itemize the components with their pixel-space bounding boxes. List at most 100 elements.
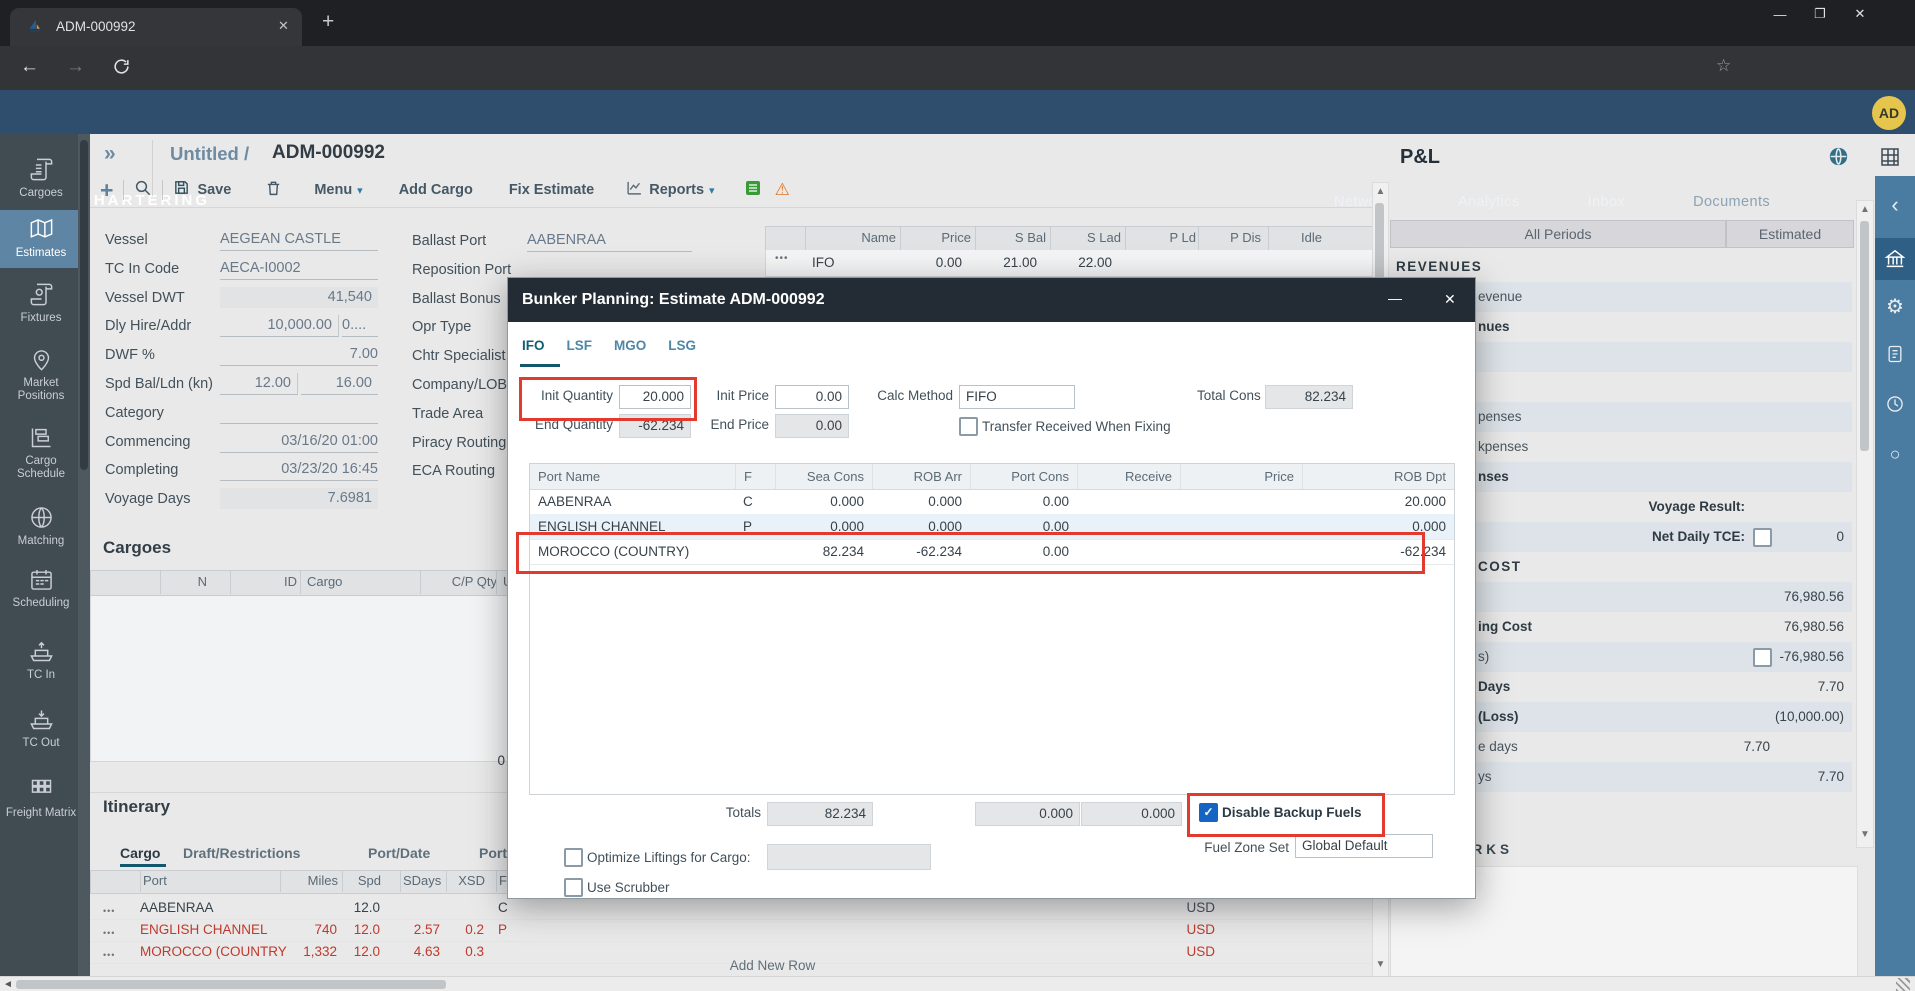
search-icon[interactable]	[134, 179, 152, 202]
form-field[interactable]: 03/23/20 16:45	[220, 459, 378, 481]
nav-link-documents[interactable]: Documents	[1693, 194, 1770, 210]
sidebar-item-cargo-schedule[interactable]: Cargo Schedule	[0, 418, 82, 489]
modal-tab-lsf[interactable]: LSF	[567, 338, 593, 353]
cargoes-col-header[interactable]: N	[160, 570, 213, 594]
delete-icon[interactable]	[265, 179, 282, 202]
itinerary-col-header[interactable]: XSD	[446, 870, 487, 892]
pnl-scrollbar[interactable]: ▲ ▼	[1856, 200, 1874, 848]
expand-panel-icon[interactable]: »	[104, 142, 116, 166]
form-field[interactable]: AECA-I0002	[220, 258, 378, 280]
bunker-col-header[interactable]: Receive	[1077, 464, 1180, 489]
browser-tab[interactable]: ADM-000992 ✕	[10, 8, 302, 46]
cargoes-col-header[interactable]: C/P Qty	[420, 570, 503, 594]
form-field[interactable]: AEGEAN CASTLE	[220, 229, 378, 251]
rail-history-icon[interactable]	[1875, 394, 1915, 419]
main-scrollbar-down-icon[interactable]: ▼	[1373, 959, 1388, 970]
back-button[interactable]: ←	[20, 56, 39, 78]
transfer-received-checkbox[interactable]	[959, 417, 978, 436]
sidebar-item-cargoes[interactable]: Cargoes	[0, 150, 82, 208]
sidebar-item-tc-in[interactable]: TC In	[0, 632, 82, 690]
form-field[interactable]: 0....	[342, 315, 378, 337]
nav-link-inbox[interactable]: Inbox	[1588, 194, 1625, 210]
fuel-col-header[interactable]: P Dis	[1198, 226, 1269, 250]
itinerary-tab-draft-restrictions[interactable]: Draft/Restrictions	[183, 845, 300, 861]
calc-method-input[interactable]: FIFO	[959, 385, 1075, 409]
pnl-scrollbar-up-icon[interactable]: ▲	[1857, 204, 1873, 215]
tab-close-icon[interactable]: ✕	[278, 18, 289, 34]
sidebar-item-tc-out[interactable]: TC Out	[0, 700, 82, 758]
window-minimize-button[interactable]: —	[1760, 7, 1800, 22]
itinerary-tab-cargo[interactable]: Cargo	[120, 845, 160, 861]
nav-link-analytics[interactable]: Analytics	[1458, 194, 1520, 210]
hscroll-left-icon[interactable]: ◄	[3, 979, 13, 990]
sidebar-scrollbar-thumb[interactable]	[80, 140, 88, 470]
sidebar-item-matching[interactable]: Matching	[0, 498, 82, 556]
bookmark-star-icon[interactable]: ☆	[1716, 56, 1731, 76]
init-price-input[interactable]: 0.00	[775, 385, 849, 409]
rail-settings-icon[interactable]: ⚙	[1875, 294, 1915, 319]
itinerary-col-header[interactable]: Miles	[280, 870, 340, 892]
bunker-col-header[interactable]: Price	[1180, 464, 1302, 489]
itinerary-row[interactable]: •••AABENRAA12.0CUSD	[90, 897, 1372, 920]
use-scrubber-checkbox[interactable]	[564, 878, 583, 897]
breadcrumb-untitled[interactable]: Untitled /	[170, 143, 249, 165]
fuel-col-header[interactable]: Name	[805, 226, 904, 250]
save-icon[interactable]	[173, 179, 190, 201]
fuel-col-header[interactable]: Price	[900, 226, 979, 250]
sidebar-item-freight-matrix[interactable]: Freight Matrix	[0, 770, 82, 828]
add-new-row-button[interactable]: Add New Row	[90, 958, 1455, 973]
modal-minimize-icon[interactable]: —	[1388, 290, 1402, 306]
fuel-zone-input[interactable]: Global Default	[1295, 834, 1433, 858]
form-field[interactable]: AABENRAA	[527, 230, 692, 252]
itinerary-row[interactable]: •••ENGLISH CHANNEL74012.02.570.2PUSD	[90, 919, 1372, 942]
add-cargo-button[interactable]: Add Cargo	[399, 182, 473, 198]
reload-button[interactable]	[112, 57, 131, 81]
modal-close-icon[interactable]: ✕	[1444, 291, 1456, 308]
modal-tab-lsg[interactable]: LSG	[668, 338, 696, 353]
bunker-col-header[interactable]: F	[735, 464, 775, 489]
rail-status-icon[interactable]: ○	[1875, 444, 1915, 465]
itinerary-tab-port-date[interactable]: Port/Date	[368, 845, 430, 861]
form-field[interactable]: 12.00	[220, 373, 298, 395]
bunker-row[interactable]: AABENRAAC0.0000.0000.0020.000	[530, 489, 1454, 515]
form-field[interactable]: 10,000.00	[220, 315, 339, 337]
row-menu-dots-icon[interactable]: •••	[775, 253, 789, 264]
reports-button[interactable]: Reports	[649, 182, 704, 198]
grid-view-icon[interactable]	[1880, 147, 1900, 172]
horizontal-scrollbar[interactable]: ◄	[0, 976, 1915, 991]
fuel-col-header[interactable]: S Lad	[1050, 226, 1129, 250]
sidebar-item-fixtures[interactable]: Fixtures	[0, 275, 82, 333]
globe-icon[interactable]	[1828, 146, 1849, 172]
cargoes-col-header[interactable]: ID	[230, 570, 303, 594]
bunker-col-header[interactable]: Port Name	[530, 464, 735, 489]
pnl-row-checkbox[interactable]	[1753, 528, 1772, 547]
hscroll-thumb[interactable]	[16, 980, 446, 989]
bunker-col-header[interactable]: Port Cons	[970, 464, 1077, 489]
bunker-col-header[interactable]: ROB Dpt	[1302, 464, 1454, 489]
bunker-col-header[interactable]: Sea Cons	[775, 464, 872, 489]
resize-grip[interactable]	[1896, 978, 1910, 991]
form-field[interactable]: 7.00	[220, 344, 378, 366]
bunker-col-header[interactable]: ROB Arr	[872, 464, 970, 489]
save-button[interactable]: Save	[197, 182, 231, 198]
sidebar-item-scheduling[interactable]: Scheduling	[0, 560, 82, 618]
menu-button[interactable]: Menu	[314, 182, 352, 198]
fuel-col-header[interactable]: S Bal	[975, 226, 1054, 250]
forward-button[interactable]: →	[66, 56, 85, 78]
itinerary-col-header[interactable]: SDays	[400, 870, 443, 892]
optimize-liftings-checkbox[interactable]	[564, 848, 583, 867]
modal-header[interactable]: Bunker Planning: Estimate ADM-000992 — ✕	[508, 278, 1475, 322]
sidebar-item-market-positions[interactable]: Market Positions	[0, 340, 82, 411]
new-tab-button[interactable]: +	[322, 10, 334, 34]
avatar[interactable]: AD	[1872, 96, 1906, 130]
fix-estimate-button[interactable]: Fix Estimate	[509, 182, 594, 198]
itinerary-col-header[interactable]: Spd	[342, 870, 383, 892]
optimize-liftings-input[interactable]	[767, 844, 931, 870]
add-button[interactable]: +	[100, 177, 113, 204]
pnl-scrollbar-thumb[interactable]	[1860, 221, 1869, 451]
window-restore-button[interactable]: ❐	[1800, 6, 1840, 22]
rail-home-tile[interactable]	[1875, 238, 1915, 280]
pnl-col-estimated[interactable]: Estimated	[1726, 220, 1854, 248]
form-field[interactable]: 16.00	[301, 373, 378, 395]
pnl-row-checkbox[interactable]	[1753, 648, 1772, 667]
